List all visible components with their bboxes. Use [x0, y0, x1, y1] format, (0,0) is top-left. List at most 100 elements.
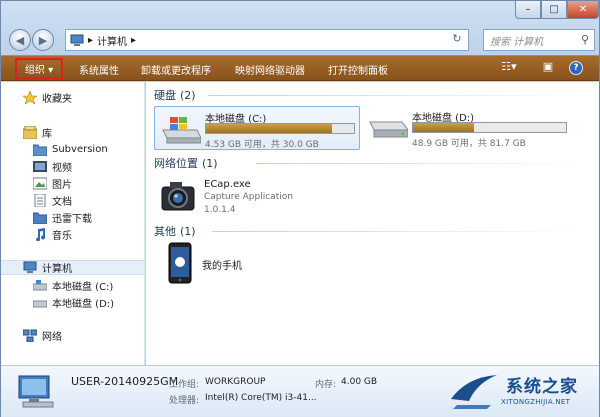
phone-name: 我的手机	[202, 261, 242, 272]
sidebar-item-documents[interactable]: 文档	[33, 193, 72, 208]
system-drive-icon	[33, 280, 47, 291]
hard-drive-icon	[33, 300, 47, 308]
folder-icon	[33, 144, 47, 156]
drive-d-tile[interactable]: 本地磁盘 (D:) 48.9 GB 可用，共 81.7 GB	[364, 106, 570, 150]
network-icon	[23, 329, 37, 342]
sidebar-item-label: 计算机	[42, 264, 72, 275]
processor-label: 处理器:	[169, 396, 200, 406]
back-arrow-icon: ◀	[15, 33, 25, 47]
sidebar-item-subversion[interactable]: Subversion	[33, 142, 108, 157]
sidebar-item-thunder-downloads[interactable]: 迅雷下载	[33, 210, 92, 225]
address-crumb-computer[interactable]: 计算机	[97, 33, 127, 48]
group-count: (1)	[202, 156, 218, 170]
sidebar-item-pictures[interactable]: 图片	[33, 176, 72, 191]
open-control-panel-button[interactable]: 打开控制面板	[328, 62, 388, 77]
search-icon[interactable]: ⚲	[581, 33, 589, 46]
sidebar-item-label: 文档	[52, 197, 72, 208]
navigation-bar: ◀ ▶ ▸ 计算机 ▸ ↻ 搜索 计算机 ⚲	[1, 25, 599, 53]
drive-d-usage-bar	[412, 122, 567, 133]
watermark-url: XITONGZHIJIA.NET	[501, 398, 571, 406]
group-header-network-locations[interactable]: 网络位置 (1)	[154, 155, 218, 171]
address-separator[interactable]: ▸	[88, 35, 93, 46]
sidebar-item-drive-c[interactable]: 本地磁盘 (C:)	[33, 278, 113, 293]
title-bar: – □ ✕	[1, 1, 599, 23]
music-icon	[36, 228, 46, 241]
library-icon	[23, 126, 37, 139]
sidebar-item-videos[interactable]: 视频	[33, 159, 72, 174]
watermark-logo	[451, 375, 497, 409]
sidebar-item-network[interactable]: 网络	[23, 328, 62, 343]
address-crumb-arrow[interactable]: ▸	[131, 35, 136, 46]
camera-icon	[161, 182, 195, 211]
picture-icon	[33, 177, 47, 190]
hard-drive-icon	[369, 121, 408, 138]
forward-arrow-icon: ▶	[38, 33, 48, 47]
group-divider	[256, 163, 588, 164]
phone-item[interactable]: 我的手机	[168, 242, 328, 286]
sidebar-item-drive-d[interactable]: 本地磁盘 (D:)	[33, 295, 114, 310]
group-divider	[208, 95, 588, 96]
computer-icon	[18, 375, 54, 408]
sidebar-item-label: 库	[42, 129, 52, 140]
memory-value: 4.00 GB	[341, 377, 378, 387]
processor-value: Intel(R) Core(TM) i3-41...	[205, 393, 317, 403]
map-network-drive-button[interactable]: 映射网络驱动器	[235, 62, 305, 77]
group-divider	[212, 231, 588, 232]
drive-c-space-info: 4.53 GB 可用，共 30.0 GB	[205, 140, 319, 150]
star-icon	[23, 91, 37, 104]
search-placeholder: 搜索 计算机	[490, 36, 544, 48]
group-count: (1)	[180, 224, 196, 238]
system-drive-icon	[162, 117, 201, 144]
drive-c-usage-fill	[206, 124, 332, 133]
maximize-button[interactable]: □	[541, 1, 567, 19]
view-options-icon[interactable]: ☷▾	[494, 60, 524, 77]
back-button[interactable]: ◀	[9, 29, 31, 51]
help-icon[interactable]: ?	[569, 61, 583, 75]
navigation-pane: 收藏夹 库 Subversion 视频 图片 文档 迅雷下载 音乐 计算机 本地…	[1, 82, 145, 365]
preview-pane-icon[interactable]: ▣	[539, 60, 557, 77]
watermark-brand: 系统之家	[506, 377, 578, 397]
sidebar-item-label: 音乐	[52, 231, 72, 242]
explorer-window: – □ ✕ ◀ ▶ ▸ 计算机 ▸ ↻ 搜索 计算机 ⚲ 组织 ▾ 系统属性 卸…	[0, 0, 600, 417]
sidebar-item-favorites[interactable]: 收藏夹	[23, 90, 72, 105]
content-pane: 硬盘 (2) 本地磁盘 (C:) 4.53 GB 可用，共 30.0 GB 本地…	[146, 82, 599, 365]
forward-button[interactable]: ▶	[32, 29, 54, 51]
video-icon	[33, 161, 47, 172]
workgroup-label: 工作组:	[169, 380, 200, 390]
phone-icon	[168, 242, 192, 284]
close-button[interactable]: ✕	[567, 1, 599, 19]
memory-label: 内存:	[315, 380, 337, 390]
address-bar[interactable]: ▸ 计算机 ▸ ↻	[65, 29, 469, 51]
computer-name: USER-20140925GM	[71, 375, 179, 388]
app-name: ECap.exe	[204, 179, 251, 190]
download-folder-icon	[33, 212, 47, 224]
system-properties-button[interactable]: 系统属性	[79, 62, 119, 77]
sidebar-item-label: 图片	[52, 180, 72, 191]
search-input[interactable]: 搜索 计算机 ⚲	[483, 29, 595, 51]
sidebar-item-music[interactable]: 音乐	[33, 227, 72, 242]
uninstall-program-button[interactable]: 卸载或更改程序	[141, 62, 211, 77]
drive-d-usage-fill	[413, 123, 475, 132]
sidebar-item-label: 视频	[52, 163, 72, 174]
sidebar-item-computer[interactable]: 计算机	[1, 260, 144, 275]
refresh-icon[interactable]: ↻	[448, 32, 466, 48]
computer-icon	[70, 34, 84, 46]
organize-button[interactable]: 组织 ▾	[15, 58, 63, 79]
sidebar-item-label: 本地磁盘 (C:)	[52, 282, 114, 293]
group-title: 网络位置	[154, 157, 198, 170]
ecap-item[interactable]: ECap.exe Capture Application 1.0.1.4	[160, 178, 380, 222]
workgroup-value: WORKGROUP	[205, 377, 266, 387]
watermark: 系统之家 XITONGZHIJIA.NET	[441, 365, 600, 417]
sidebar-item-label: 网络	[42, 332, 62, 343]
sidebar-item-label: 收藏夹	[42, 94, 72, 105]
group-header-other[interactable]: 其他 (1)	[154, 223, 196, 239]
sidebar-item-library[interactable]: 库	[23, 125, 52, 140]
group-header-hard-disks[interactable]: 硬盘 (2)	[154, 87, 196, 103]
sidebar-item-label: 本地磁盘 (D:)	[52, 299, 115, 310]
group-title: 硬盘	[154, 89, 176, 102]
drive-c-tile[interactable]: 本地磁盘 (C:) 4.53 GB 可用，共 30.0 GB	[154, 106, 360, 150]
sidebar-item-label: 迅雷下载	[52, 214, 92, 225]
minimize-button[interactable]: –	[515, 1, 541, 19]
app-version: 1.0.1.4	[204, 205, 236, 215]
sidebar-item-label: Subversion	[52, 144, 108, 155]
